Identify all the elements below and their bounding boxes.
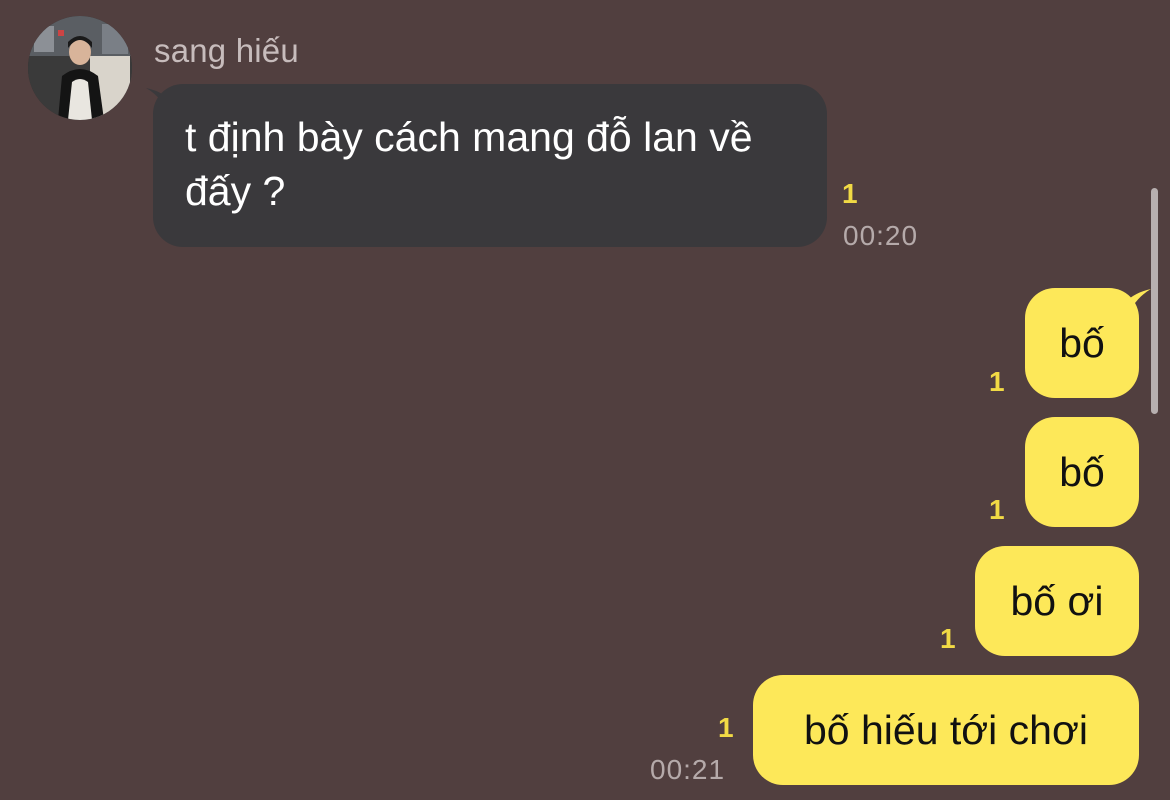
outgoing-message-text: bố ơi [1010, 577, 1104, 624]
outgoing-message-bubble[interactable]: bố ơi [975, 546, 1139, 656]
outgoing-message-bubble[interactable]: bố [1025, 288, 1139, 398]
outgoing-unread-count: 1 [940, 623, 956, 654]
sender-name[interactable]: sang hiếu [154, 32, 299, 70]
incoming-message-bubble[interactable]: t định bày cách mang đỗ lan về đấy ? [153, 84, 827, 247]
incoming-unread-count: 1 [842, 178, 858, 209]
outgoing-unread-count: 1 [989, 494, 1005, 525]
outgoing-message-text: bố [1059, 319, 1105, 366]
outgoing-unread-count: 1 [718, 712, 734, 743]
outgoing-message-bubble[interactable]: bố [1025, 417, 1139, 527]
incoming-message-text: t định bày cách mang đỗ lan về đấy ? [185, 114, 753, 214]
outgoing-unread-count: 1 [989, 366, 1005, 397]
sender-avatar[interactable] [28, 16, 132, 120]
chat-scrollbar[interactable] [1151, 188, 1158, 414]
outgoing-message-text: bố [1059, 448, 1105, 495]
incoming-message-time: 00:20 [843, 220, 919, 251]
profile-photo-icon [28, 16, 132, 120]
outgoing-message-time: 00:21 [650, 754, 726, 785]
outgoing-message-text: bố hiếu tới chơi [804, 706, 1088, 753]
outgoing-message-bubble[interactable]: bố hiếu tới chơi [753, 675, 1139, 785]
